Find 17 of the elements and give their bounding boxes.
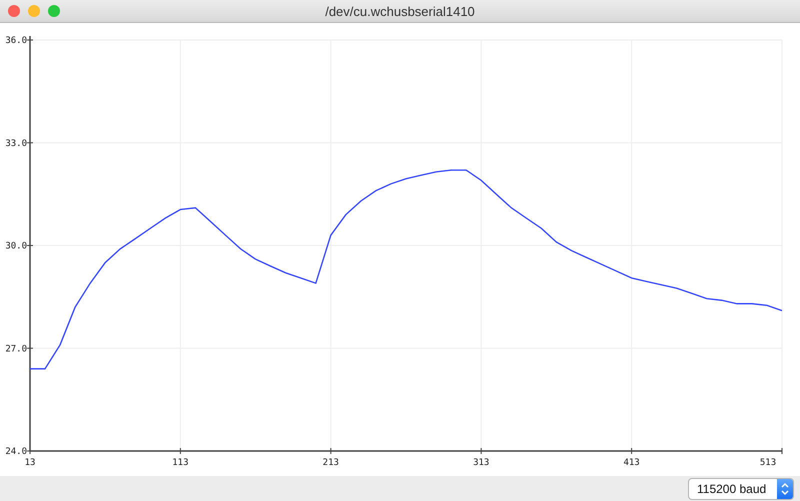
minimize-button[interactable] [28, 5, 40, 17]
chevron-updown-icon [780, 482, 790, 496]
y-tick-label: 27.0 [5, 344, 27, 354]
x-tick-label: 313 [473, 458, 490, 468]
baud-rate-dropdown[interactable]: 115200 baud [688, 478, 794, 500]
y-tick-label: 36.0 [5, 36, 27, 46]
y-tick-label: 24.0 [5, 447, 27, 457]
close-button[interactable] [8, 5, 20, 17]
y-tick-label: 30.0 [5, 242, 27, 252]
zoom-button[interactable] [48, 5, 60, 17]
x-tick-label: 513 [760, 458, 776, 468]
x-tick-label: 413 [623, 458, 640, 468]
x-tick-label: 113 [172, 458, 189, 468]
x-tick-label: 13 [24, 458, 36, 468]
window-title: /dev/cu.wchusbserial1410 [325, 4, 475, 18]
y-tick-label: 33.0 [5, 138, 27, 149]
x-tick-label: 213 [322, 458, 339, 468]
